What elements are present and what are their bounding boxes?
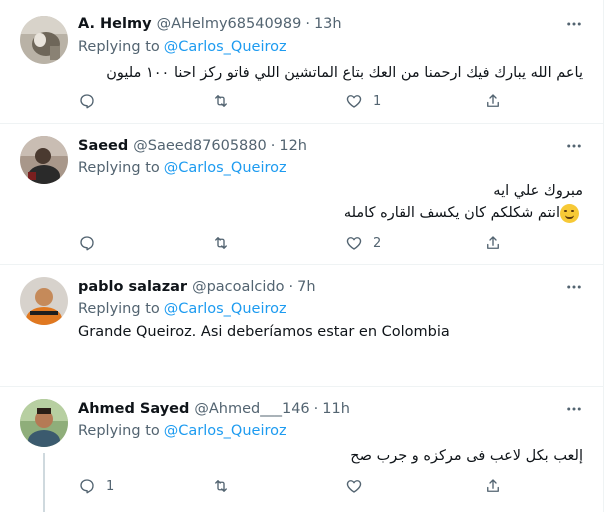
tweet-text-line: Grande Queiroz. Asi deberíamos estar en …	[78, 324, 450, 340]
separator-dot: ·	[305, 16, 310, 32]
replying-to-link[interactable]: @Carlos_Queiroz	[164, 39, 287, 55]
reply-icon	[80, 94, 94, 109]
reply-button[interactable]: 1	[78, 476, 114, 496]
like-count: 2	[373, 235, 382, 251]
display-name[interactable]: pablo salazar	[78, 279, 187, 295]
tweet-header: pablo salazar @pacoalcido · 7h	[78, 277, 316, 297]
tweet[interactable]: Ahmed Sayed @Ahmed___146 · 11h Replying …	[0, 387, 603, 512]
tweet-header: Saeed @Saeed87605880 · 12h	[78, 136, 307, 156]
tweet[interactable]: A. Helmy @AHelmy68540989 · 13h Replying …	[0, 0, 603, 124]
separator-dot: ·	[313, 401, 319, 417]
like-button[interactable]: 2	[345, 233, 381, 253]
retweet-icon	[215, 95, 227, 107]
like-icon	[346, 237, 362, 250]
replying-to: Replying to @Carlos_Queiroz	[78, 37, 287, 57]
tweet-text-line: ياعم الله يبارك فيك ارحمنا من العك بتاع …	[106, 65, 583, 81]
more-icon[interactable]	[562, 136, 586, 156]
tweet-text-line: انتم شكلكم كان يكسف القاره كامله	[343, 205, 560, 221]
user-handle[interactable]: @pacoalcido	[192, 279, 284, 295]
like-icon	[346, 480, 362, 493]
separator-dot: ·	[288, 279, 294, 295]
avatar[interactable]	[20, 136, 68, 184]
tweet-header: A. Helmy @AHelmy68540989 · 13h	[78, 14, 342, 34]
share-icon	[487, 236, 499, 249]
user-handle[interactable]: @AHelmy68540989	[157, 16, 302, 32]
replying-to: Replying to @Carlos_Queiroz	[78, 158, 287, 178]
replying-to-link[interactable]: @Carlos_Queiroz	[164, 160, 287, 176]
reply-button[interactable]	[78, 91, 106, 111]
like-icon	[346, 95, 362, 108]
tweet-header: Ahmed Sayed @Ahmed___146 · 11h	[78, 399, 350, 419]
reply-count: 1	[106, 478, 115, 494]
display-name[interactable]: Saeed	[78, 138, 128, 154]
replying-prefix: Replying to	[78, 160, 160, 176]
reply-button[interactable]	[78, 233, 106, 253]
retweet-icon	[215, 480, 227, 492]
replying-prefix: Replying to	[78, 423, 160, 439]
replying-prefix: Replying to	[78, 39, 160, 55]
tweet-text: ياعم الله يبارك فيك ارحمنا من العك بتاع …	[106, 62, 583, 84]
timestamp[interactable]: 13h	[314, 16, 342, 32]
tweet-text-line: إلعب بكل لاعب فى مركزه و جرب صح	[350, 448, 583, 464]
timestamp[interactable]: 12h	[279, 138, 307, 154]
avatar[interactable]	[20, 399, 68, 447]
like-button[interactable]	[345, 476, 373, 496]
sweat-smile-emoji	[560, 203, 579, 223]
tweet-text: Grande Queiroz. Asi deberíamos estar en …	[78, 321, 450, 343]
replying-to: Replying to @Carlos_Queiroz	[78, 421, 287, 441]
share-button[interactable]	[484, 476, 502, 496]
more-icon[interactable]	[562, 277, 586, 297]
display-name[interactable]: Ahmed Sayed	[78, 401, 189, 417]
avatar[interactable]	[20, 16, 68, 64]
separator-dot: ·	[270, 138, 276, 154]
reply-icon	[80, 236, 94, 251]
tweet-text-line-with-emoji: انتم شكلكم كان يكسف القاره كامله	[344, 202, 583, 224]
timestamp[interactable]: 11h	[322, 401, 350, 417]
tweet-text: إلعب بكل لاعب فى مركزه و جرب صح	[350, 445, 583, 467]
avatar[interactable]	[20, 277, 68, 325]
more-icon[interactable]	[562, 399, 586, 419]
retweet-button[interactable]	[212, 476, 240, 496]
retweet-button[interactable]	[212, 91, 240, 111]
user-handle[interactable]: @Saeed87605880	[133, 138, 266, 154]
replying-to: Replying to @Carlos_Queiroz	[78, 299, 287, 319]
share-button[interactable]	[484, 233, 502, 253]
share-button[interactable]	[484, 91, 502, 111]
tweet-text-line: مبروك علي ايه	[493, 183, 583, 199]
share-icon	[487, 479, 499, 492]
replying-to-link[interactable]: @Carlos_Queiroz	[164, 301, 287, 317]
retweet-icon	[215, 237, 227, 249]
reply-icon	[80, 479, 94, 494]
display-name[interactable]: A. Helmy	[78, 16, 152, 32]
share-icon	[487, 94, 499, 107]
tweet[interactable]: Saeed @Saeed87605880 · 12h Replying to @…	[0, 124, 603, 265]
like-button[interactable]: 1	[345, 91, 381, 111]
more-icon[interactable]	[562, 14, 586, 34]
replying-prefix: Replying to	[78, 301, 160, 317]
timestamp[interactable]: 7h	[297, 279, 315, 295]
thread-line	[43, 453, 45, 512]
like-count: 1	[373, 93, 382, 109]
retweet-button[interactable]	[212, 233, 240, 253]
tweet-text: مبروك علي ايه انتم شكلكم كان يكسف القاره…	[344, 180, 583, 224]
tweet-thread: A. Helmy @AHelmy68540989 · 13h Replying …	[0, 0, 604, 512]
user-handle[interactable]: @Ahmed___146	[194, 401, 309, 417]
tweet[interactable]: pablo salazar @pacoalcido · 7h Replying …	[0, 265, 603, 387]
replying-to-link[interactable]: @Carlos_Queiroz	[164, 423, 287, 439]
